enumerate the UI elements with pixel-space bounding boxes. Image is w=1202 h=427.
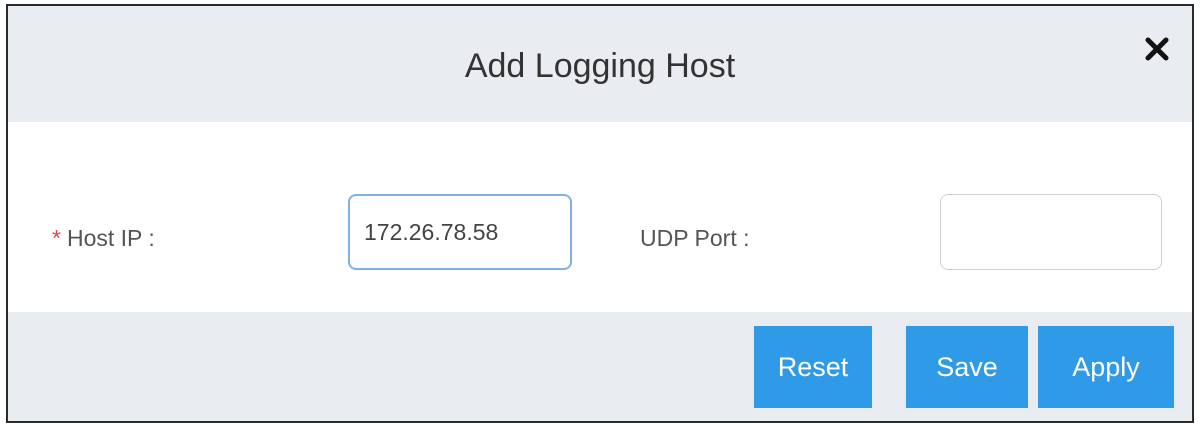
close-button[interactable] <box>1142 34 1172 64</box>
reset-button[interactable]: Reset <box>754 326 872 408</box>
host-ip-input[interactable] <box>348 194 572 270</box>
dialog-body: *Host IP : UDP Port : <box>8 122 1192 312</box>
udp-port-input[interactable] <box>940 194 1162 270</box>
udp-port-label: UDP Port : <box>640 225 750 251</box>
dialog-title: Add Logging Host <box>464 47 736 85</box>
save-button[interactable]: Save <box>906 326 1028 408</box>
dialog-footer: Reset Save Apply <box>8 312 1192 421</box>
apply-button[interactable]: Apply <box>1038 326 1174 408</box>
close-icon <box>1142 34 1172 64</box>
host-ip-label: * Host IP : <box>52 224 155 252</box>
dialog-header: Add Logging Host <box>8 6 1192 122</box>
required-mark: * <box>52 225 61 251</box>
host-ip-label-text: Host IP : <box>66 225 155 251</box>
add-logging-host-dialog: Add Logging Host *Host IP : UDP Port : R… <box>6 4 1194 423</box>
